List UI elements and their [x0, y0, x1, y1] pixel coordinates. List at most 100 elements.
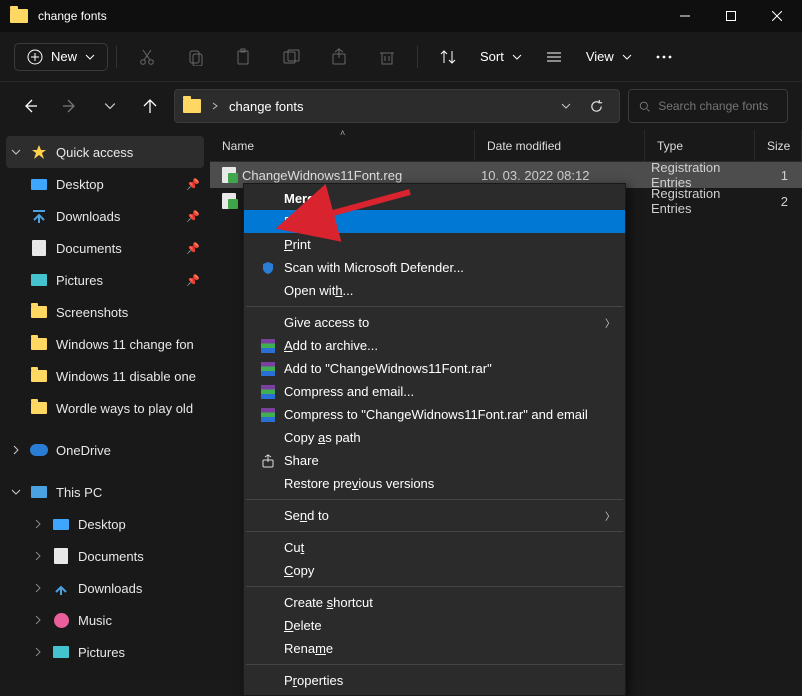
new-button[interactable]: New — [14, 43, 108, 71]
ctx-cut[interactable]: Cut — [244, 536, 625, 559]
view-label-group[interactable]: View — [580, 49, 638, 64]
ctx-restore[interactable]: Restore previous versions — [244, 472, 625, 495]
chevron-down-icon — [11, 147, 21, 157]
more-button[interactable] — [642, 39, 686, 75]
delete-button[interactable] — [365, 39, 409, 75]
folder-icon — [31, 402, 47, 414]
separator — [246, 306, 623, 307]
sidebar-item-documents[interactable]: Documents 📌 — [0, 232, 210, 264]
sidebar-label: Windows 11 change fon — [56, 337, 194, 352]
ctx-shortcut[interactable]: Create shortcut — [244, 591, 625, 614]
sidebar-label: Documents — [56, 241, 122, 256]
ctx-addarchive[interactable]: Add to archive... — [244, 334, 625, 357]
sidebar-item-wordle[interactable]: Wordle ways to play old — [0, 392, 210, 424]
search-input[interactable] — [658, 99, 777, 113]
separator — [246, 531, 623, 532]
sort-label-group[interactable]: Sort — [474, 49, 528, 64]
address-bar[interactable]: change fonts — [174, 89, 620, 123]
folder-icon — [31, 306, 47, 318]
folder-icon — [10, 9, 28, 23]
cut-button[interactable] — [125, 39, 169, 75]
sidebar-label: Windows 11 disable one — [56, 369, 196, 384]
sidebar-label: Downloads — [56, 209, 120, 224]
separator — [246, 664, 623, 665]
ctx-sendto[interactable]: Send to〉 — [244, 504, 625, 527]
chevron-down-icon — [85, 52, 95, 62]
maximize-button[interactable] — [708, 0, 754, 32]
breadcrumb[interactable]: change fonts — [229, 99, 303, 114]
copy-button[interactable] — [173, 39, 217, 75]
up-button[interactable] — [134, 90, 166, 122]
ctx-openwith[interactable]: Open with... — [244, 279, 625, 302]
sidebar-pc-music[interactable]: Music — [0, 604, 210, 636]
sidebar-quick-access[interactable]: Quick access — [6, 136, 204, 168]
toolbar: New Sort View — [0, 32, 802, 82]
close-button[interactable] — [754, 0, 800, 32]
share-button[interactable] — [317, 39, 361, 75]
sidebar-thispc[interactable]: This PC — [0, 476, 210, 508]
sidebar-pc-pictures[interactable]: Pictures — [0, 636, 210, 668]
search-box[interactable] — [628, 89, 788, 123]
ctx-merge[interactable]: Merge — [244, 187, 625, 210]
view-button[interactable] — [532, 39, 576, 75]
sidebar-pc-desktop[interactable]: Desktop — [0, 508, 210, 540]
pictures-icon — [31, 274, 47, 286]
sort-button[interactable] — [426, 39, 470, 75]
back-button[interactable] — [14, 90, 46, 122]
ctx-copy[interactable]: Copy — [244, 559, 625, 582]
ctx-scan[interactable]: Scan with Microsoft Defender... — [244, 256, 625, 279]
sidebar-item-win11disable[interactable]: Windows 11 disable one — [0, 360, 210, 392]
ctx-addto[interactable]: Add to "ChangeWidnows11Font.rar" — [244, 357, 625, 380]
ctx-compressemail[interactable]: Compress and email... — [244, 380, 625, 403]
sidebar-pc-documents[interactable]: Documents — [0, 540, 210, 572]
downloads-icon — [53, 580, 69, 596]
ctx-compressto[interactable]: Compress to "ChangeWidnows11Font.rar" an… — [244, 403, 625, 426]
ctx-print[interactable]: Print — [244, 233, 625, 256]
chevron-right-icon — [34, 551, 42, 561]
column-size[interactable]: Size — [755, 130, 802, 161]
column-headers: ˄ Name Date modified Type Size — [210, 130, 802, 162]
chevron-right-icon — [34, 647, 42, 657]
ctx-delete[interactable]: Delete — [244, 614, 625, 637]
forward-button[interactable] — [54, 90, 86, 122]
folder-icon — [31, 370, 47, 382]
refresh-button[interactable] — [581, 99, 611, 114]
recent-button[interactable] — [94, 90, 126, 122]
file-size: 2 — [755, 194, 802, 209]
sidebar-label: Downloads — [78, 581, 142, 596]
archive-icon — [261, 339, 275, 353]
minimize-button[interactable] — [662, 0, 708, 32]
sidebar-label: Pictures — [78, 645, 125, 660]
sort-indicator-icon: ˄ — [340, 128, 345, 138]
sidebar: Quick access Desktop📌 Downloads📌 Documen… — [0, 130, 210, 681]
pin-icon: 📌 — [186, 242, 200, 255]
ctx-rename[interactable]: Rename — [244, 637, 625, 660]
pictures-icon — [53, 646, 69, 658]
search-icon — [639, 100, 650, 113]
rename-button[interactable] — [269, 39, 313, 75]
folder-icon — [183, 99, 201, 113]
ctx-giveaccess[interactable]: Give access to〉 — [244, 311, 625, 334]
pin-icon: 📌 — [186, 274, 200, 287]
ctx-edit[interactable]: Edit — [244, 210, 625, 233]
new-label: New — [51, 49, 77, 64]
ctx-share[interactable]: Share — [244, 449, 625, 472]
file-type: Registration Entries — [645, 186, 755, 216]
chevron-right-icon — [34, 615, 42, 625]
sidebar-onedrive[interactable]: OneDrive — [0, 434, 210, 466]
sidebar-item-desktop[interactable]: Desktop📌 — [0, 168, 210, 200]
sidebar-item-downloads[interactable]: Downloads📌 — [0, 200, 210, 232]
folder-icon — [31, 338, 47, 350]
chevron-down-icon[interactable] — [561, 101, 571, 111]
sidebar-pc-downloads[interactable]: Downloads — [0, 572, 210, 604]
column-type[interactable]: Type — [645, 130, 755, 161]
title-bar: change fonts — [0, 0, 802, 32]
file-size: 1 — [755, 168, 802, 183]
sidebar-item-pictures[interactable]: Pictures📌 — [0, 264, 210, 296]
sidebar-item-win11change[interactable]: Windows 11 change fon — [0, 328, 210, 360]
sidebar-item-screenshots[interactable]: Screenshots — [0, 296, 210, 328]
column-date[interactable]: Date modified — [475, 130, 645, 161]
ctx-copypath[interactable]: Copy as path — [244, 426, 625, 449]
sidebar-label: Screenshots — [56, 305, 128, 320]
paste-button[interactable] — [221, 39, 265, 75]
